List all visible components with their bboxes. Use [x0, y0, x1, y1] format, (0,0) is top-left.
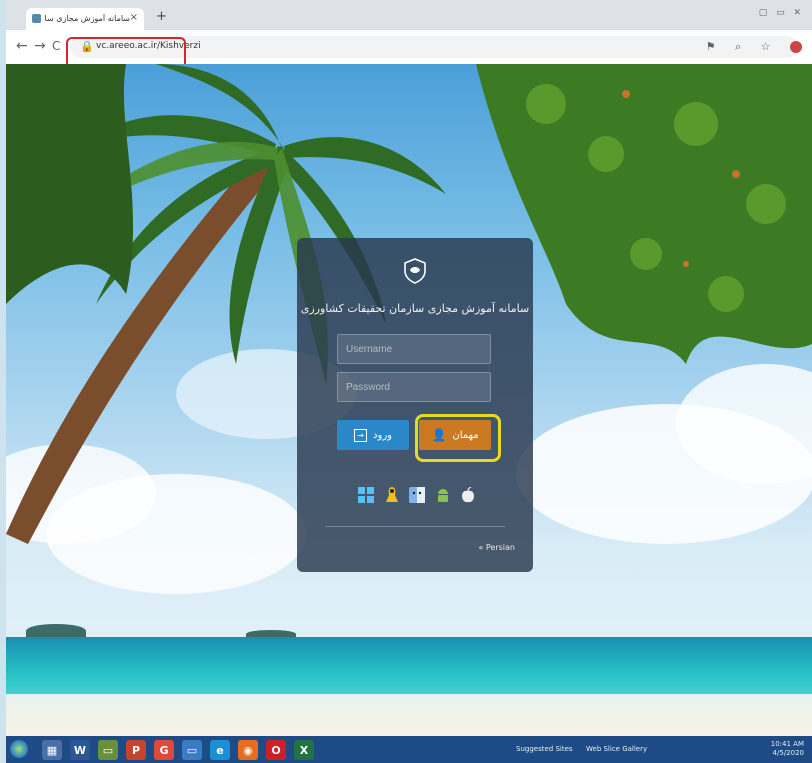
- login-card: سامانه آموزش مجازی سازمان تحقیقات کشاورز…: [297, 238, 533, 572]
- organization-logo-icon: [404, 258, 426, 284]
- ie-icon[interactable]: e: [210, 740, 230, 760]
- start-button[interactable]: [10, 740, 28, 758]
- favicon-icon: [32, 14, 41, 23]
- password-field[interactable]: [337, 372, 491, 402]
- chrome-icon[interactable]: G: [154, 740, 174, 760]
- profile-avatar-icon[interactable]: [790, 41, 802, 53]
- tab-close-icon[interactable]: ×: [130, 12, 138, 23]
- explorer-icon[interactable]: ▭: [182, 740, 202, 760]
- windows-icon[interactable]: [357, 486, 375, 504]
- sand: [6, 694, 812, 736]
- platform-downloads: [357, 484, 477, 506]
- taskbar-app-2[interactable]: ▭: [98, 740, 118, 760]
- mac-finder-icon[interactable]: [408, 486, 426, 504]
- powerpoint-icon[interactable]: P: [126, 740, 146, 760]
- android-icon[interactable]: [434, 486, 452, 504]
- login-button[interactable]: ورود →: [337, 420, 409, 450]
- username-field[interactable]: [337, 334, 491, 364]
- reload-button[interactable]: C: [52, 39, 60, 53]
- guest-button-highlight-annotation: [415, 414, 501, 462]
- card-divider: [325, 526, 505, 527]
- system-clock[interactable]: 10:41 AM 4/5/2020: [771, 740, 804, 758]
- clock-date: 4/5/2020: [772, 749, 804, 757]
- screen: سامانه آموزش مجازی سازمان تحقیقات × + ▢ …: [6, 0, 812, 763]
- clock-time: 10:41 AM: [770, 740, 804, 748]
- login-button-label: ورود: [373, 429, 392, 441]
- apple-icon[interactable]: [459, 486, 477, 504]
- taskbar-item-suggested-sites[interactable]: Suggested Sites: [516, 745, 573, 753]
- language-link[interactable]: « Persian: [478, 543, 515, 552]
- password-input[interactable]: [338, 373, 490, 401]
- linux-icon[interactable]: [383, 486, 401, 504]
- toolbar-icons[interactable]: ⚑ ⌕ ☆: [706, 40, 802, 54]
- browser-tab[interactable]: سامانه آموزش مجازی سازمان تحقیقات ×: [26, 8, 144, 30]
- tab-title: سامانه آموزش مجازی سازمان تحقیقات: [44, 14, 130, 23]
- excel-icon[interactable]: X: [294, 740, 314, 760]
- window-controls[interactable]: ▢ ▭ ✕: [759, 8, 804, 18]
- taskbar-app-1[interactable]: ▦: [42, 740, 62, 760]
- login-icon: →: [354, 428, 368, 442]
- firefox-icon[interactable]: ◉: [238, 740, 258, 760]
- login-title: سامانه آموزش مجازی سازمان تحقیقات کشاورز…: [300, 302, 530, 315]
- browser-tab-strip: سامانه آموزش مجازی سازمان تحقیقات × + ▢ …: [6, 0, 812, 30]
- taskbar-item-web-slice[interactable]: Web Slice Gallery: [586, 745, 647, 753]
- toolbar-icons-text: ⚑ ⌕ ☆: [705, 40, 779, 53]
- island-left: [26, 624, 86, 638]
- opera-icon[interactable]: O: [266, 740, 286, 760]
- forward-button[interactable]: →: [34, 38, 46, 54]
- windows-taskbar: ▦ W ▭ P G ▭ e ◉ O X Suggested Sites Web …: [6, 736, 812, 763]
- new-tab-button[interactable]: +: [156, 9, 167, 24]
- back-button[interactable]: ←: [16, 38, 28, 54]
- username-input[interactable]: [338, 335, 490, 363]
- word-icon[interactable]: W: [70, 740, 90, 760]
